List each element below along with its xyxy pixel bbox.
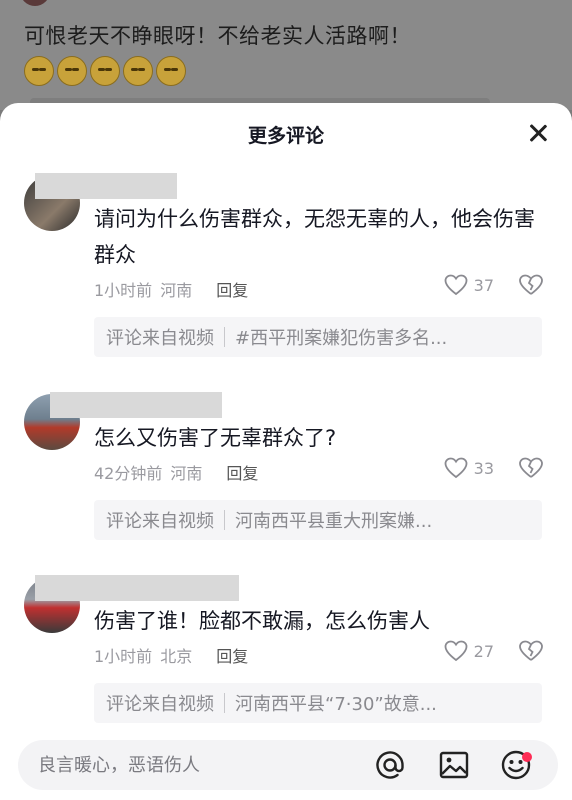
comment-meta: 1小时前 河南 回复 — [94, 277, 248, 301]
comment-input-box — [18, 740, 558, 790]
background-avatar — [20, 0, 50, 6]
heart-icon — [444, 457, 468, 479]
divider — [224, 327, 225, 347]
sheet-header: 更多评论 — [0, 103, 572, 165]
broken-heart-icon — [518, 274, 544, 296]
background-comment-text: 可恨老天不睁眼呀！不给老实人活路啊！ — [24, 24, 411, 48]
divider — [224, 693, 225, 713]
dislike-button[interactable] — [518, 457, 544, 479]
heart-icon — [444, 274, 468, 296]
reply-button[interactable]: 回复 — [216, 277, 248, 301]
comment-source-link[interactable]: 评论来自视频 河南西平县重大刑案嫌... — [94, 500, 542, 540]
broken-heart-icon — [518, 457, 544, 479]
background-video-area: 可恨老天不睁眼呀！不给老实人活路啊！ — [0, 0, 572, 110]
comment-text: 伤害了谁！脸都不敢漏，怎么伤害人 — [94, 609, 430, 633]
at-icon[interactable] — [374, 749, 406, 781]
comment-source-link[interactable]: 评论来自视频 #西平刑案嫌犯伤害多名... — [94, 317, 542, 357]
reply-button[interactable]: 回复 — [226, 460, 258, 484]
comment-time: 42分钟前 — [94, 464, 163, 483]
background-emoji-row — [24, 56, 186, 86]
username-redaction — [35, 173, 177, 199]
comment-input-bar — [0, 731, 572, 800]
crying-emoji-icon — [24, 56, 54, 86]
comment-time: 1小时前 — [94, 281, 153, 300]
comment-time: 1小时前 — [94, 647, 153, 666]
broken-heart-icon — [518, 640, 544, 662]
source-video-title: 河南西平县重大刑案嫌... — [235, 511, 433, 532]
divider — [224, 510, 225, 530]
comment-meta: 1小时前 北京 回复 — [94, 643, 248, 667]
like-count: 37 — [473, 275, 494, 295]
dislike-button[interactable] — [518, 274, 544, 296]
like-button[interactable]: 33 — [444, 457, 494, 479]
comment-meta: 42分钟前 河南 回复 — [94, 460, 258, 484]
sheet-title: 更多评论 — [247, 125, 324, 147]
comment-location: 河南 — [160, 281, 193, 300]
source-label: 评论来自视频 — [106, 694, 214, 715]
comment-text: 请问为什么伤害群众，无怨无辜的人，他会伤害群众 — [94, 207, 535, 267]
crying-emoji-icon — [90, 56, 120, 86]
like-count: 27 — [473, 641, 494, 661]
comment-location: 北京 — [160, 647, 193, 666]
comment-source-link[interactable]: 评论来自视频 河南西平县“7·30”故意... — [94, 683, 542, 723]
comment-input[interactable] — [38, 752, 338, 778]
crying-emoji-icon — [123, 56, 153, 86]
dislike-button[interactable] — [518, 640, 544, 662]
crying-emoji-icon — [156, 56, 186, 86]
like-button[interactable]: 37 — [444, 274, 494, 296]
image-icon[interactable] — [438, 749, 470, 781]
like-count: 33 — [473, 458, 494, 478]
username-redaction — [35, 575, 239, 601]
source-label: 评论来自视频 — [106, 328, 214, 349]
more-comments-sheet: 更多评论 请问为什么伤害群众，无怨无辜的人，他会伤害群众 1小时前 河南 回复 … — [0, 103, 572, 800]
heart-icon — [444, 640, 468, 662]
source-label: 评论来自视频 — [106, 511, 214, 532]
comment-location: 河南 — [170, 464, 203, 483]
crying-emoji-icon — [57, 56, 87, 86]
username-redaction — [50, 392, 222, 418]
comment-text: 怎么又伤害了无辜群众了? — [94, 426, 337, 450]
source-video-title: #西平刑案嫌犯伤害多名... — [235, 328, 448, 349]
like-button[interactable]: 27 — [444, 640, 494, 662]
source-video-title: 河南西平县“7·30”故意... — [235, 694, 437, 715]
notification-dot — [522, 752, 532, 762]
close-icon[interactable] — [526, 121, 550, 145]
reply-button[interactable]: 回复 — [216, 643, 248, 667]
